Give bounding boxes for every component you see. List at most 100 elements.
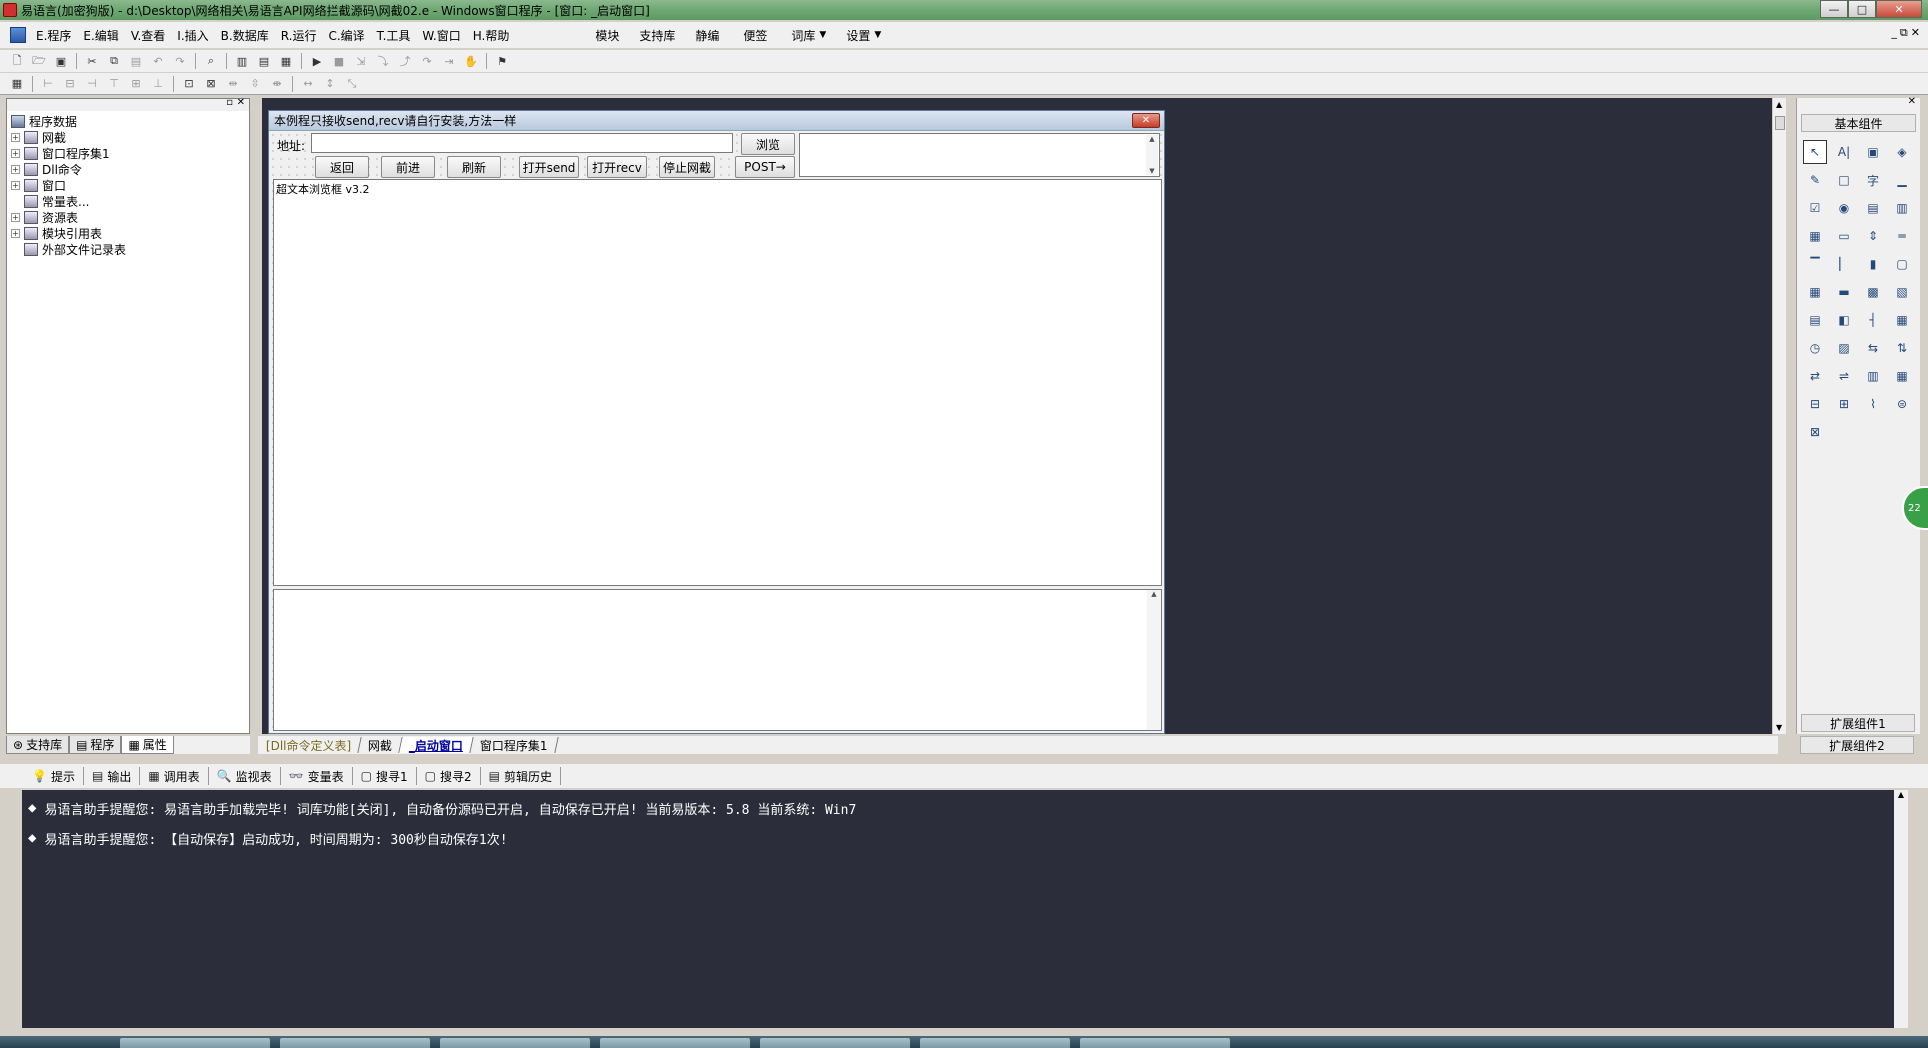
toolbox-tool-icon[interactable]: ▥ <box>1890 196 1914 220</box>
taskbar-item[interactable] <box>760 1038 910 1048</box>
taskbar-item[interactable] <box>440 1038 590 1048</box>
close-button[interactable]: ✕ <box>1876 0 1922 18</box>
log-scrollbar[interactable]: ▲ <box>1147 590 1161 730</box>
run-to-cursor-icon[interactable]: ⇥ <box>440 52 458 70</box>
expand-icon[interactable]: + <box>11 212 20 222</box>
tree-item-resources[interactable]: + 资源表 <box>11 209 249 225</box>
tab-window-assembly[interactable]: 窗口程序集1 <box>470 737 559 753</box>
toolbox-tool-icon[interactable]: ◈ <box>1890 140 1914 164</box>
same-height-icon[interactable]: ↕ <box>321 75 339 93</box>
space-vertical-icon[interactable]: ⇳ <box>246 75 264 93</box>
tab-tips[interactable]: 💡 提示 <box>24 767 84 785</box>
space-horizontal-icon[interactable]: ⇹ <box>224 75 242 93</box>
toolbox-tool-icon[interactable]: ▦ <box>1890 308 1914 332</box>
toolbox-tool-icon[interactable]: ✎ <box>1803 168 1827 192</box>
scroll-down-icon[interactable]: ▼ <box>1776 723 1782 732</box>
toolbox-tool-icon[interactable]: ⊟ <box>1803 392 1827 416</box>
tab-support-lib[interactable]: ⊛ 支持库 <box>6 736 70 754</box>
toolbox-tool-icon[interactable]: □ <box>1832 168 1856 192</box>
toolbox-tool-icon[interactable]: ▁ <box>1890 168 1914 192</box>
expand-icon[interactable]: + <box>11 180 20 190</box>
taskbar-item[interactable] <box>1080 1038 1230 1048</box>
toolbox-tool-icon[interactable]: ⇕ <box>1861 224 1885 248</box>
tab-variables[interactable]: 👓 变量表 <box>281 767 353 785</box>
menu-view[interactable]: V.查看 <box>125 27 171 44</box>
stop-capture-button[interactable]: 停止网截 <box>659 156 715 178</box>
log-scroll-up-icon[interactable]: ▲ <box>1147 590 1161 598</box>
mdi-close-button[interactable]: ✕ <box>1911 26 1920 40</box>
hand-icon[interactable]: ✋ <box>462 52 480 70</box>
expand-icon[interactable]: + <box>11 148 20 158</box>
tree-item-external-files[interactable]: 外部文件记录表 <box>11 241 249 257</box>
menu-edit[interactable]: E.编辑 <box>77 27 124 44</box>
pin-icon[interactable]: ▫ <box>226 97 233 108</box>
menu-static-compile[interactable]: 静编 <box>685 27 729 44</box>
back-button[interactable]: 返回 <box>315 156 369 178</box>
toolbox-tool-icon[interactable]: ▣ <box>1861 140 1885 164</box>
toolbox-tool-icon[interactable]: ▦ <box>1890 364 1914 388</box>
toolbox-tool-icon[interactable]: A| <box>1832 140 1856 164</box>
browse-button[interactable]: 浏览 <box>741 133 795 155</box>
toolbox-tool-icon[interactable]: ▧ <box>1890 280 1914 304</box>
toolbox-tool-icon[interactable]: ⇌ <box>1832 364 1856 388</box>
menu-run[interactable]: R.运行 <box>275 27 323 44</box>
menu-help[interactable]: H.帮助 <box>467 27 516 44</box>
toolbox-tool-icon[interactable]: ⇆ <box>1861 336 1885 360</box>
menu-module[interactable]: 模块 <box>585 27 629 44</box>
tab-watch[interactable]: 🔍 监视表 <box>209 767 281 785</box>
post-button[interactable]: POST→ <box>735 156 795 178</box>
toolbox-tool-icon[interactable]: ▤ <box>1803 308 1827 332</box>
help-pointer-icon[interactable]: ⚑ <box>493 52 511 70</box>
same-size-icon[interactable]: ⤡ <box>343 75 361 93</box>
align-middle-icon[interactable]: ⊞ <box>127 75 145 93</box>
toolbox-tool-icon[interactable]: ↖ <box>1803 140 1827 164</box>
open-file-icon[interactable]: 🗁 <box>30 52 48 70</box>
tree-item-windows[interactable]: + 窗口 <box>11 177 249 193</box>
lexicon-caret-icon[interactable]: ▼ <box>819 30 826 40</box>
layout-right-icon[interactable]: ▦ <box>277 52 295 70</box>
menu-settings[interactable]: 设置 <box>826 27 870 44</box>
menu-program[interactable]: E.程序 <box>30 27 77 44</box>
toolbox-tool-icon[interactable]: ◉ <box>1832 196 1856 220</box>
expand-icon[interactable]: + <box>11 164 20 174</box>
step-over-icon[interactable]: ↷ <box>418 52 436 70</box>
forward-button[interactable]: 前进 <box>381 156 435 178</box>
taskbar-item[interactable] <box>600 1038 750 1048</box>
post-data-textbox[interactable]: ▲ ▼ <box>799 133 1160 177</box>
menu-database[interactable]: B.数据库 <box>215 27 275 44</box>
menu-insert[interactable]: I.插入 <box>171 27 214 44</box>
toolbox-tool-icon[interactable]: ▩ <box>1861 280 1885 304</box>
expand-icon[interactable]: + <box>11 132 20 142</box>
tree-item-window-assembly[interactable]: + 窗口程序集1 <box>11 145 249 161</box>
paste-icon[interactable]: ▤ <box>127 52 145 70</box>
run-icon[interactable]: ▶ <box>308 52 326 70</box>
undo-icon[interactable]: ↶ <box>149 52 167 70</box>
toolbox-tool-icon[interactable]: ▦ <box>1803 280 1827 304</box>
toolbox-tool-icon[interactable]: ⊠ <box>1803 420 1827 444</box>
tree-item-dll-commands[interactable]: + Dll命令 <box>11 161 249 177</box>
toolbox-tool-icon[interactable]: ▮ <box>1861 252 1885 276</box>
mdi-minimize-button[interactable]: _ <box>1891 26 1897 40</box>
tree-item-module-refs[interactable]: + 模块引用表 <box>11 225 249 241</box>
extension-group-1[interactable]: 扩展组件1 <box>1801 714 1915 732</box>
save-icon[interactable]: ▣ <box>52 52 70 70</box>
menu-support-lib[interactable]: 支持库 <box>629 27 685 44</box>
step-into-icon[interactable]: ⤵ <box>374 52 392 70</box>
tree-item-net-capture[interactable]: + 网截 <box>11 129 249 145</box>
panel-close-icon[interactable]: ✕ <box>237 97 245 108</box>
toolbox-tool-icon[interactable]: ⇄ <box>1803 364 1827 388</box>
layout-bottom-icon[interactable]: ▤ <box>255 52 273 70</box>
taskbar-item[interactable] <box>120 1038 270 1048</box>
tab-program[interactable]: ▤ 程序 <box>69 736 122 754</box>
tab-net-capture[interactable]: 网截 <box>358 737 403 753</box>
toolbox-tool-icon[interactable]: ▨ <box>1832 336 1856 360</box>
toolbox-tool-icon[interactable]: ◷ <box>1803 336 1827 360</box>
toolbox-tool-icon[interactable]: ◧ <box>1832 308 1856 332</box>
toolbox-tool-icon[interactable]: ▤ <box>1861 196 1885 220</box>
space-equal-icon[interactable]: ⇼ <box>268 75 286 93</box>
post-data-scrollbar[interactable]: ▲ ▼ <box>1146 135 1158 175</box>
toolbox-tool-icon[interactable]: ▬ <box>1832 280 1856 304</box>
toolbox-tool-icon[interactable]: ═ <box>1890 224 1914 248</box>
toolbox-tool-icon[interactable]: ▏ <box>1832 252 1856 276</box>
maximize-button[interactable]: □ <box>1848 0 1876 18</box>
